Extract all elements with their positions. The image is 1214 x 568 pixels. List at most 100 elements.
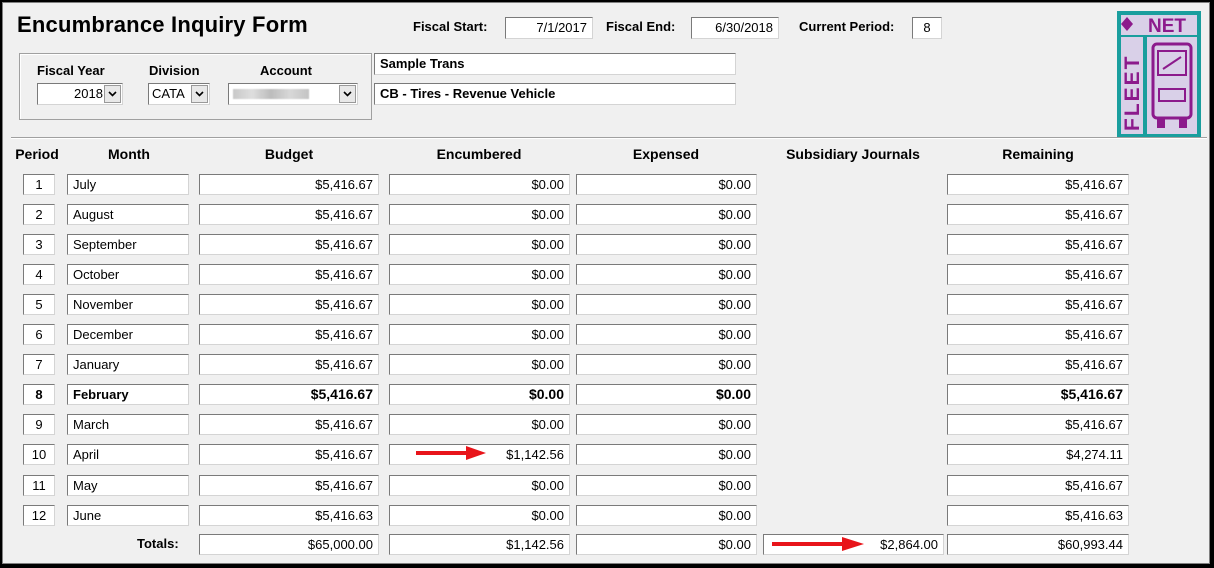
- account-description-field[interactable]: CB - Tires - Revenue Vehicle: [374, 83, 736, 105]
- expensed-field[interactable]: $0.00: [576, 414, 757, 435]
- encumbered-field[interactable]: $0.00: [389, 505, 570, 526]
- encumbered-column-header: Encumbered: [436, 146, 522, 162]
- fiscal-year-dropdown[interactable]: 2018: [37, 83, 123, 105]
- remaining-field[interactable]: $5,416.67: [947, 354, 1129, 375]
- fiscal-start-field[interactable]: 7/1/2017: [505, 17, 593, 39]
- month-field[interactable]: January: [67, 354, 189, 375]
- chevron-down-icon[interactable]: [104, 85, 121, 103]
- expensed-field[interactable]: $0.00: [576, 384, 757, 405]
- month-field[interactable]: November: [67, 294, 189, 315]
- expensed-field[interactable]: $0.00: [576, 324, 757, 345]
- expensed-field[interactable]: $0.00: [576, 204, 757, 225]
- total-encumbered-field[interactable]: $1,142.56: [389, 534, 570, 555]
- month-field[interactable]: October: [67, 264, 189, 285]
- fiscal-start-label: Fiscal Start:: [413, 19, 488, 34]
- expensed-field[interactable]: $0.00: [576, 264, 757, 285]
- encumbered-field[interactable]: $0.00: [389, 354, 570, 375]
- total-budget-field[interactable]: $65,000.00: [199, 534, 379, 555]
- expensed-column-header: Expensed: [632, 146, 700, 162]
- period-field[interactable]: 9: [23, 414, 55, 435]
- transaction-description-field[interactable]: Sample Trans: [374, 53, 736, 75]
- encumbered-field[interactable]: $0.00: [389, 384, 570, 405]
- remaining-field[interactable]: $5,416.67: [947, 174, 1129, 195]
- expensed-field[interactable]: $0.00: [576, 294, 757, 315]
- budget-field[interactable]: $5,416.67: [199, 204, 379, 225]
- month-field[interactable]: May: [67, 475, 189, 496]
- fiscal-end-field[interactable]: 6/30/2018: [691, 17, 779, 39]
- account-dropdown[interactable]: [228, 83, 358, 105]
- period-field[interactable]: 11: [23, 475, 55, 496]
- budget-field[interactable]: $5,416.67: [199, 475, 379, 496]
- encumbered-field[interactable]: $0.00: [389, 324, 570, 345]
- budget-field[interactable]: $5,416.67: [199, 234, 379, 255]
- encumbered-field[interactable]: $0.00: [389, 174, 570, 195]
- period-field[interactable]: 8: [23, 384, 55, 405]
- budget-field[interactable]: $5,416.67: [199, 294, 379, 315]
- period-field[interactable]: 6: [23, 324, 55, 345]
- period-column-header: Period: [15, 146, 59, 162]
- remaining-field[interactable]: $5,416.67: [947, 384, 1129, 405]
- remaining-column-header: Remaining: [1002, 146, 1074, 162]
- period-field[interactable]: 3: [23, 234, 55, 255]
- chevron-down-icon[interactable]: [191, 85, 208, 103]
- budget-column-header: Budget: [264, 146, 314, 162]
- expensed-field[interactable]: $0.00: [576, 354, 757, 375]
- chevron-down-icon[interactable]: [339, 85, 356, 103]
- month-field[interactable]: June: [67, 505, 189, 526]
- month-field[interactable]: March: [67, 414, 189, 435]
- remaining-field[interactable]: $5,416.67: [947, 294, 1129, 315]
- month-field[interactable]: February: [67, 384, 189, 405]
- month-field[interactable]: December: [67, 324, 189, 345]
- remaining-field[interactable]: $5,416.67: [947, 414, 1129, 435]
- budget-field[interactable]: $5,416.67: [199, 264, 379, 285]
- period-field[interactable]: 12: [23, 505, 55, 526]
- current-period-field[interactable]: 8: [912, 17, 942, 39]
- expensed-field[interactable]: $0.00: [576, 505, 757, 526]
- fiscal-year-value: 2018: [74, 86, 103, 101]
- logo-net-text: NET: [1148, 16, 1186, 37]
- budget-field[interactable]: $5,416.67: [199, 414, 379, 435]
- remaining-field[interactable]: $5,416.67: [947, 324, 1129, 345]
- period-field[interactable]: 4: [23, 264, 55, 285]
- budget-field[interactable]: $5,416.67: [199, 444, 379, 465]
- total-remaining-field[interactable]: $60,993.44: [947, 534, 1129, 555]
- encumbered-field[interactable]: $0.00: [389, 264, 570, 285]
- remaining-field[interactable]: $5,416.67: [947, 475, 1129, 496]
- expensed-field[interactable]: $0.00: [576, 475, 757, 496]
- encumbered-field[interactable]: $0.00: [389, 414, 570, 435]
- total-expensed-field[interactable]: $0.00: [576, 534, 757, 555]
- month-field[interactable]: August: [67, 204, 189, 225]
- month-field[interactable]: September: [67, 234, 189, 255]
- expensed-field[interactable]: $0.00: [576, 234, 757, 255]
- period-field[interactable]: 10: [23, 444, 55, 465]
- remaining-field[interactable]: $5,416.63: [947, 505, 1129, 526]
- budget-field[interactable]: $5,416.63: [199, 505, 379, 526]
- month-column-header: Month: [108, 146, 150, 162]
- budget-field[interactable]: $5,416.67: [199, 354, 379, 375]
- fiscal-year-label: Fiscal Year: [37, 63, 105, 78]
- encumbered-field[interactable]: $0.00: [389, 234, 570, 255]
- budget-field[interactable]: $5,416.67: [199, 174, 379, 195]
- budget-field[interactable]: $5,416.67: [199, 324, 379, 345]
- period-field[interactable]: 2: [23, 204, 55, 225]
- account-label: Account: [260, 63, 312, 78]
- division-value: CATA: [152, 86, 185, 101]
- encumbered-field[interactable]: $0.00: [389, 475, 570, 496]
- month-field[interactable]: July: [67, 174, 189, 195]
- subsidiary-arrow-annotation: [772, 537, 864, 551]
- division-dropdown[interactable]: CATA: [148, 83, 210, 105]
- expensed-field[interactable]: $0.00: [576, 444, 757, 465]
- month-field[interactable]: April: [67, 444, 189, 465]
- encumbered-field[interactable]: $0.00: [389, 204, 570, 225]
- totals-label: Totals:: [137, 536, 179, 551]
- remaining-field[interactable]: $5,416.67: [947, 264, 1129, 285]
- period-field[interactable]: 5: [23, 294, 55, 315]
- remaining-field[interactable]: $4,274.11: [947, 444, 1129, 465]
- period-field[interactable]: 1: [23, 174, 55, 195]
- budget-field[interactable]: $5,416.67: [199, 384, 379, 405]
- encumbered-field[interactable]: $0.00: [389, 294, 570, 315]
- expensed-field[interactable]: $0.00: [576, 174, 757, 195]
- period-field[interactable]: 7: [23, 354, 55, 375]
- remaining-field[interactable]: $5,416.67: [947, 204, 1129, 225]
- remaining-field[interactable]: $5,416.67: [947, 234, 1129, 255]
